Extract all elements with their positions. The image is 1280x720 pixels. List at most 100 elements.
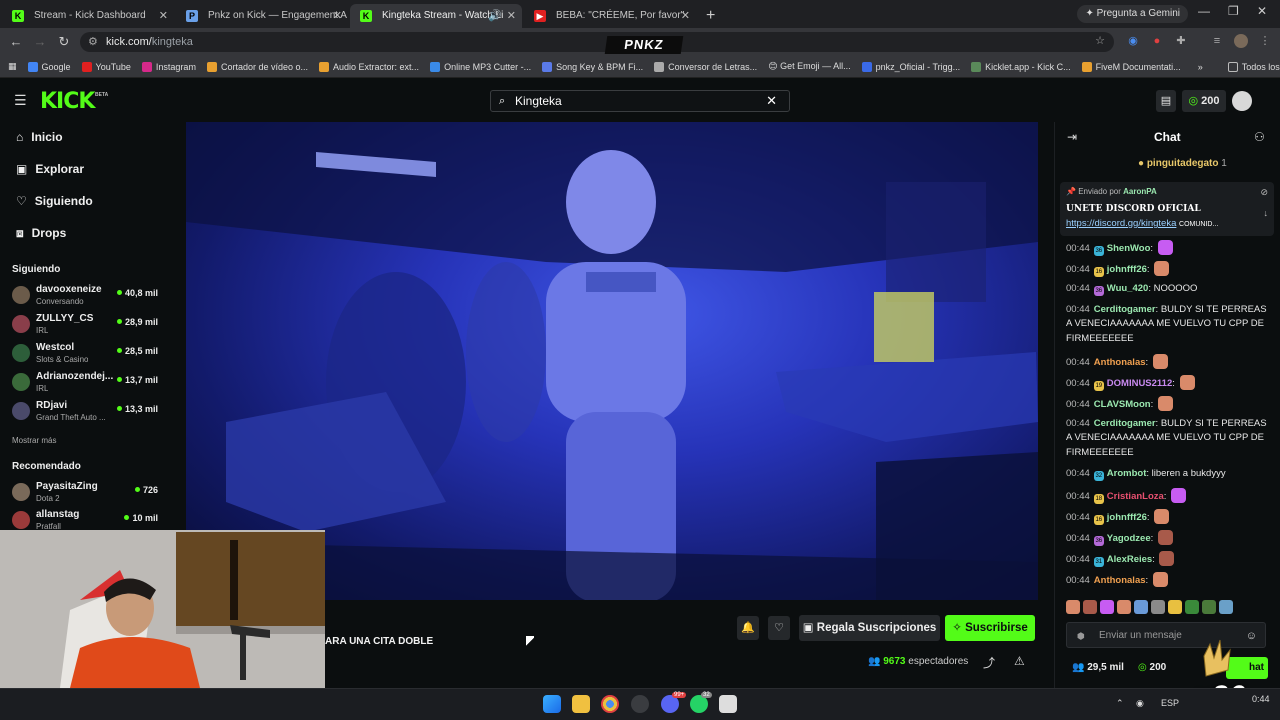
close-icon[interactable]: ✕ [507,4,516,28]
language-indicator[interactable]: ESP [1161,698,1179,708]
emoji-icon[interactable]: ☺ [1246,623,1257,649]
chat-points-stat[interactable]: ◎ 200 [1138,662,1166,673]
bookmark-item[interactable]: Audio Extractor: ext... [319,61,419,72]
message-username[interactable]: Yagodzee [1107,533,1151,544]
unpin-icon[interactable]: ⊘ [1260,187,1268,198]
collapse-chat-icon[interactable]: ⇥ [1067,130,1077,144]
site-info-icon[interactable]: ⚙ [88,32,98,52]
following-channel[interactable]: davooxeneize Conversando 40,8 mil [12,284,162,310]
following-channel[interactable]: Adrianozendej... IRL 13,7 mil [12,371,162,397]
puzzle-icon[interactable]: ✚ [1174,34,1188,48]
browser-tab[interactable]: ▶ BEBA: "CRÉEME, Por favor" ✕ [524,4,696,28]
quick-emote-icon[interactable] [1083,600,1097,614]
message-username[interactable]: johnfff26 [1107,512,1147,523]
nav-inicio[interactable]: ⌂ Inicio [16,130,63,144]
nav-explorar[interactable]: ▣ Explorar [16,162,84,176]
clear-icon[interactable]: ✕ [766,91,777,111]
search-input[interactable]: ⌕ Kingteka ✕ [490,90,790,112]
message-username[interactable]: ShenWoo [1107,243,1151,254]
message-username[interactable]: Anthonalas [1094,357,1146,368]
bookmarks-more-button[interactable]: » [1198,62,1203,72]
show-more-link[interactable]: Mostrar más [12,436,56,445]
message-username[interactable]: DOMINUS2112 [1107,378,1172,389]
reload-icon[interactable]: ↻ [54,32,74,52]
message-username[interactable]: Arombot [1107,468,1147,479]
new-tab-button[interactable]: + [696,4,725,28]
kick-logo[interactable]: KICK [40,89,95,114]
profile-avatar[interactable] [1234,34,1248,48]
bookmark-item[interactable]: FiveM Documentati... [1081,61,1181,72]
quick-emote-icon[interactable] [1066,600,1080,614]
library-icon[interactable]: ▤ [1156,90,1176,112]
hamburger-menu-icon[interactable]: ☰ [14,92,27,109]
follow-heart-icon[interactable]: ♡ [768,616,790,640]
bookmark-item[interactable]: Instagram [141,61,196,72]
extension-icon[interactable]: ● [1150,34,1164,48]
recommended-channel[interactable]: PayasitaZing Dota 2 726 [12,481,162,507]
chrome-icon[interactable] [601,695,619,713]
pinned-user[interactable]: ● pinguitadegato 1 [1138,158,1227,169]
quick-emote-icon[interactable] [1117,600,1131,614]
nav-siguiendo[interactable]: ♡ Siguiendo [16,194,93,208]
following-channel[interactable]: ZULLYY_CS IRL 28,9 mil [12,313,162,339]
quick-emote-icon[interactable] [1185,600,1199,614]
nav-drops[interactable]: ⧈ Drops [16,226,66,241]
user-avatar[interactable] [1232,91,1252,111]
message-username[interactable]: CLAVSMoon [1094,399,1151,410]
bookmark-item[interactable]: YouTube [81,61,131,72]
location-icon[interactable]: ◉ [1136,698,1144,709]
bookmark-item[interactable]: Google [27,61,71,72]
forward-icon[interactable]: → [30,32,50,52]
share-icon[interactable]: ⤴ [983,654,995,671]
message-username[interactable]: Cerditogamer [1094,304,1156,315]
extension-icon[interactable]: ◉ [1126,34,1140,48]
url-field[interactable]: ⚙ kick.com/kingteka [80,32,1114,52]
close-icon[interactable]: ✕ [159,4,168,28]
close-icon[interactable]: ✕ [333,4,342,28]
subscribe-button[interactable]: ✧ Suscribirse [945,615,1035,641]
bookmark-item[interactable]: Kicklet.app - Kick C... [971,61,1071,72]
quick-emote-icon[interactable] [1202,600,1216,614]
chat-input[interactable]: ⬢ Enviar un mensaje ☺ [1066,622,1266,648]
quick-emote-icon[interactable] [1168,600,1182,614]
chat-users-icon[interactable]: ⚇ [1254,130,1265,144]
bookmark-item[interactable]: pnkz_Oficial - Trigg... [861,61,960,72]
quick-emote-icon[interactable] [1134,600,1148,614]
menu-icon[interactable]: ⋮ [1258,34,1272,48]
maximize-icon[interactable]: ❐ [1228,4,1239,18]
bookmark-item[interactable]: Song Key & BPM Fi... [542,61,643,72]
file-explorer-icon[interactable] [572,695,590,713]
gemini-button[interactable]: ✦ Pregunta a Gemini [1077,5,1188,23]
bookmark-item[interactable]: 😊 Get Emoji — All... [768,61,850,72]
close-icon[interactable]: 🔊 [488,4,502,28]
browser-tab[interactable]: P Pnkz on Kick — Engagement A ✕ [176,4,348,28]
message-username[interactable]: Cerditogamer [1094,418,1156,429]
quick-emote-icon[interactable] [1151,600,1165,614]
message-username[interactable]: CristianLoza [1107,491,1164,502]
back-icon[interactable]: ← [6,32,26,52]
gift-subs-button[interactable]: ▣ Regala Suscripciones [799,615,940,641]
message-username[interactable]: Anthonalas [1094,575,1146,586]
obs-icon[interactable] [631,695,649,713]
quick-emote-icon[interactable] [1219,600,1233,614]
all-bookmarks-button[interactable]: Todos los marcadores [1227,61,1280,72]
notification-bell-icon[interactable]: 🔔 [737,616,759,640]
close-window-icon[interactable]: ✕ [1257,4,1267,18]
video-player[interactable] [186,122,1038,600]
report-icon[interactable]: ⚠ [1014,654,1025,668]
message-username[interactable]: johnfff26 [1107,264,1147,275]
browser-tab-active[interactable]: K Kingteka Stream - Watch Li 🔊 ✕ [350,4,522,28]
following-channel[interactable]: Westcol Slots & Casino 28,5 mil [12,342,162,368]
bookmark-item[interactable]: Conversor de Letras... [654,61,757,72]
star-icon[interactable]: ☆ [1093,34,1107,48]
browser-tab[interactable]: K Stream - Kick Dashboard ✕ [2,4,174,28]
following-channel[interactable]: RDjavi Grand Theft Auto ... 13,3 mil [12,400,162,426]
tray-chevron-icon[interactable]: ⌃ [1116,698,1124,709]
clock[interactable]: 0:44 [1252,694,1270,704]
quick-emote-icon[interactable] [1100,600,1114,614]
bookmark-item[interactable]: Cortador de vídeo o... [206,61,308,72]
expand-icon[interactable]: ↓ [1264,208,1269,218]
capture-icon[interactable] [719,695,737,713]
minimize-icon[interactable]: — [1198,4,1210,18]
windows-start-icon[interactable] [543,695,561,713]
